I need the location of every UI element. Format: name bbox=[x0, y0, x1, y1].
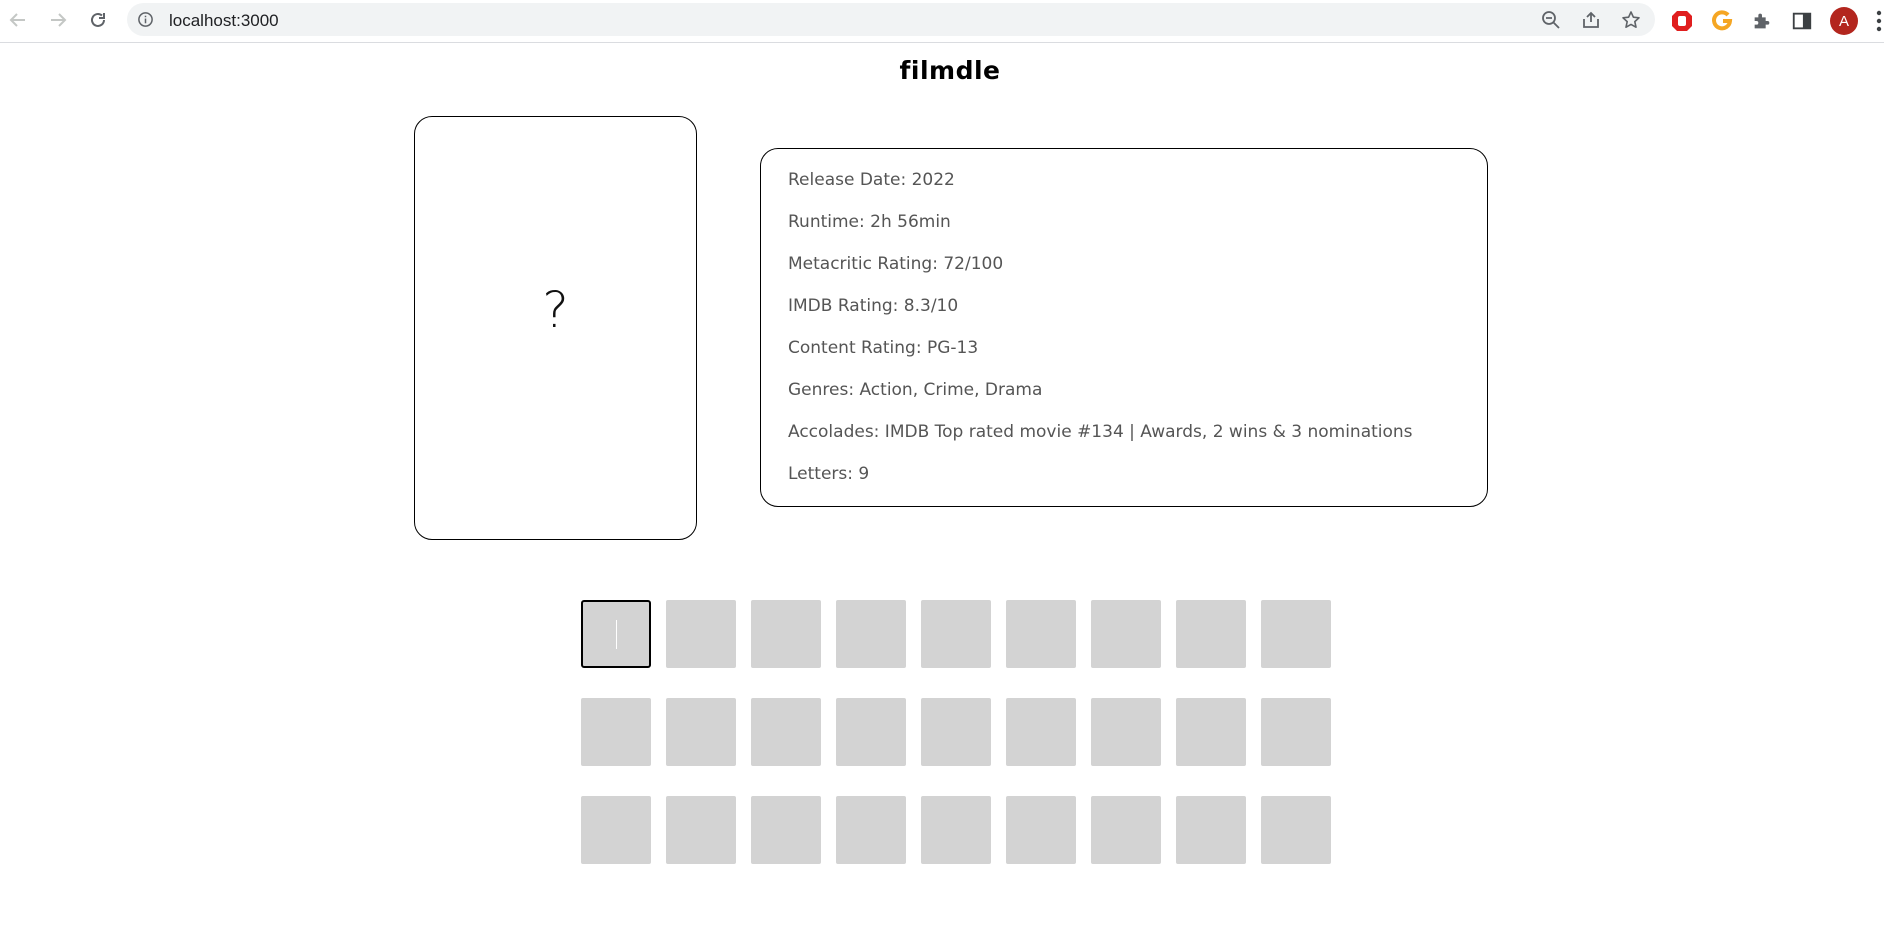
letter-tile[interactable] bbox=[581, 796, 651, 864]
guess-row bbox=[581, 698, 1336, 766]
avatar[interactable]: A bbox=[1830, 7, 1858, 35]
letter-tile[interactable] bbox=[581, 600, 651, 668]
letter-tile[interactable] bbox=[581, 698, 651, 766]
letter-tile[interactable] bbox=[666, 698, 736, 766]
app-title: filmdle bbox=[899, 56, 1001, 85]
arrow-right-icon bbox=[51, 13, 67, 27]
grammarly-like-icon[interactable] bbox=[1710, 9, 1734, 33]
letter-tile[interactable] bbox=[836, 796, 906, 864]
info-content-rating: Content Rating: PG-13 bbox=[788, 338, 979, 358]
info-imdb: IMDB Rating: 8.3/10 bbox=[788, 296, 959, 316]
letter-tile[interactable] bbox=[666, 796, 736, 864]
letter-tile[interactable] bbox=[1176, 600, 1246, 668]
letter-tile[interactable] bbox=[1091, 600, 1161, 668]
side-panel-icon[interactable] bbox=[1790, 9, 1814, 33]
info-genres: Genres: Action, Crime, Drama bbox=[788, 380, 1043, 400]
avatar-letter: A bbox=[1838, 12, 1849, 30]
zoom-out-icon[interactable] bbox=[1541, 10, 1561, 30]
arrow-left-icon bbox=[9, 13, 25, 27]
address-bar[interactable]: localhost:3000 bbox=[127, 3, 1655, 36]
kebab-menu-icon[interactable] bbox=[1874, 8, 1884, 34]
letter-tile[interactable] bbox=[666, 600, 736, 668]
url-text[interactable]: localhost:3000 bbox=[169, 11, 279, 31]
letter-tile[interactable] bbox=[836, 600, 906, 668]
poster-card: ? bbox=[414, 116, 697, 540]
star-icon[interactable] bbox=[1621, 10, 1641, 30]
letter-tile[interactable] bbox=[751, 600, 821, 668]
info-metacritic: Metacritic Rating: 72/100 bbox=[788, 254, 1004, 274]
letter-tile[interactable] bbox=[1006, 796, 1076, 864]
letter-tile[interactable] bbox=[1091, 698, 1161, 766]
text-caret bbox=[616, 620, 617, 649]
back-button[interactable] bbox=[4, 6, 32, 34]
browser-toolbar: localhost:3000 A bbox=[0, 0, 1884, 43]
letter-tile[interactable] bbox=[751, 698, 821, 766]
info-icon[interactable] bbox=[137, 11, 154, 28]
letter-tile[interactable] bbox=[1261, 698, 1331, 766]
guess-row bbox=[581, 796, 1336, 864]
letter-tile[interactable] bbox=[1261, 796, 1331, 864]
info-accolades: Accolades: IMDB Top rated movie #134 | A… bbox=[788, 422, 1413, 442]
share-icon[interactable] bbox=[1581, 10, 1601, 30]
letter-tile[interactable] bbox=[921, 796, 991, 864]
puzzle-icon[interactable] bbox=[1750, 9, 1774, 33]
forward-button[interactable] bbox=[44, 6, 72, 34]
letter-tile[interactable] bbox=[1091, 796, 1161, 864]
letter-tile[interactable] bbox=[921, 698, 991, 766]
letter-tile[interactable] bbox=[1176, 796, 1246, 864]
letter-tile[interactable] bbox=[921, 600, 991, 668]
adblock-icon[interactable] bbox=[1670, 9, 1694, 33]
letter-tile[interactable] bbox=[1261, 600, 1331, 668]
info-runtime: Runtime: 2h 56min bbox=[788, 212, 951, 232]
reload-icon bbox=[91, 12, 105, 27]
letter-tile[interactable] bbox=[836, 698, 906, 766]
poster-placeholder: ? bbox=[542, 281, 569, 339]
info-release-date: Release Date: 2022 bbox=[788, 170, 955, 190]
letter-grid bbox=[581, 600, 1336, 894]
letter-tile[interactable] bbox=[751, 796, 821, 864]
letter-tile[interactable] bbox=[1006, 600, 1076, 668]
letter-tile[interactable] bbox=[1176, 698, 1246, 766]
info-letters: Letters: 9 bbox=[788, 464, 870, 484]
reload-button[interactable] bbox=[84, 6, 112, 34]
letter-tile[interactable] bbox=[1006, 698, 1076, 766]
guess-row bbox=[581, 600, 1336, 668]
movie-info-card: Release Date: 2022 Runtime: 2h 56min Met… bbox=[760, 148, 1488, 507]
